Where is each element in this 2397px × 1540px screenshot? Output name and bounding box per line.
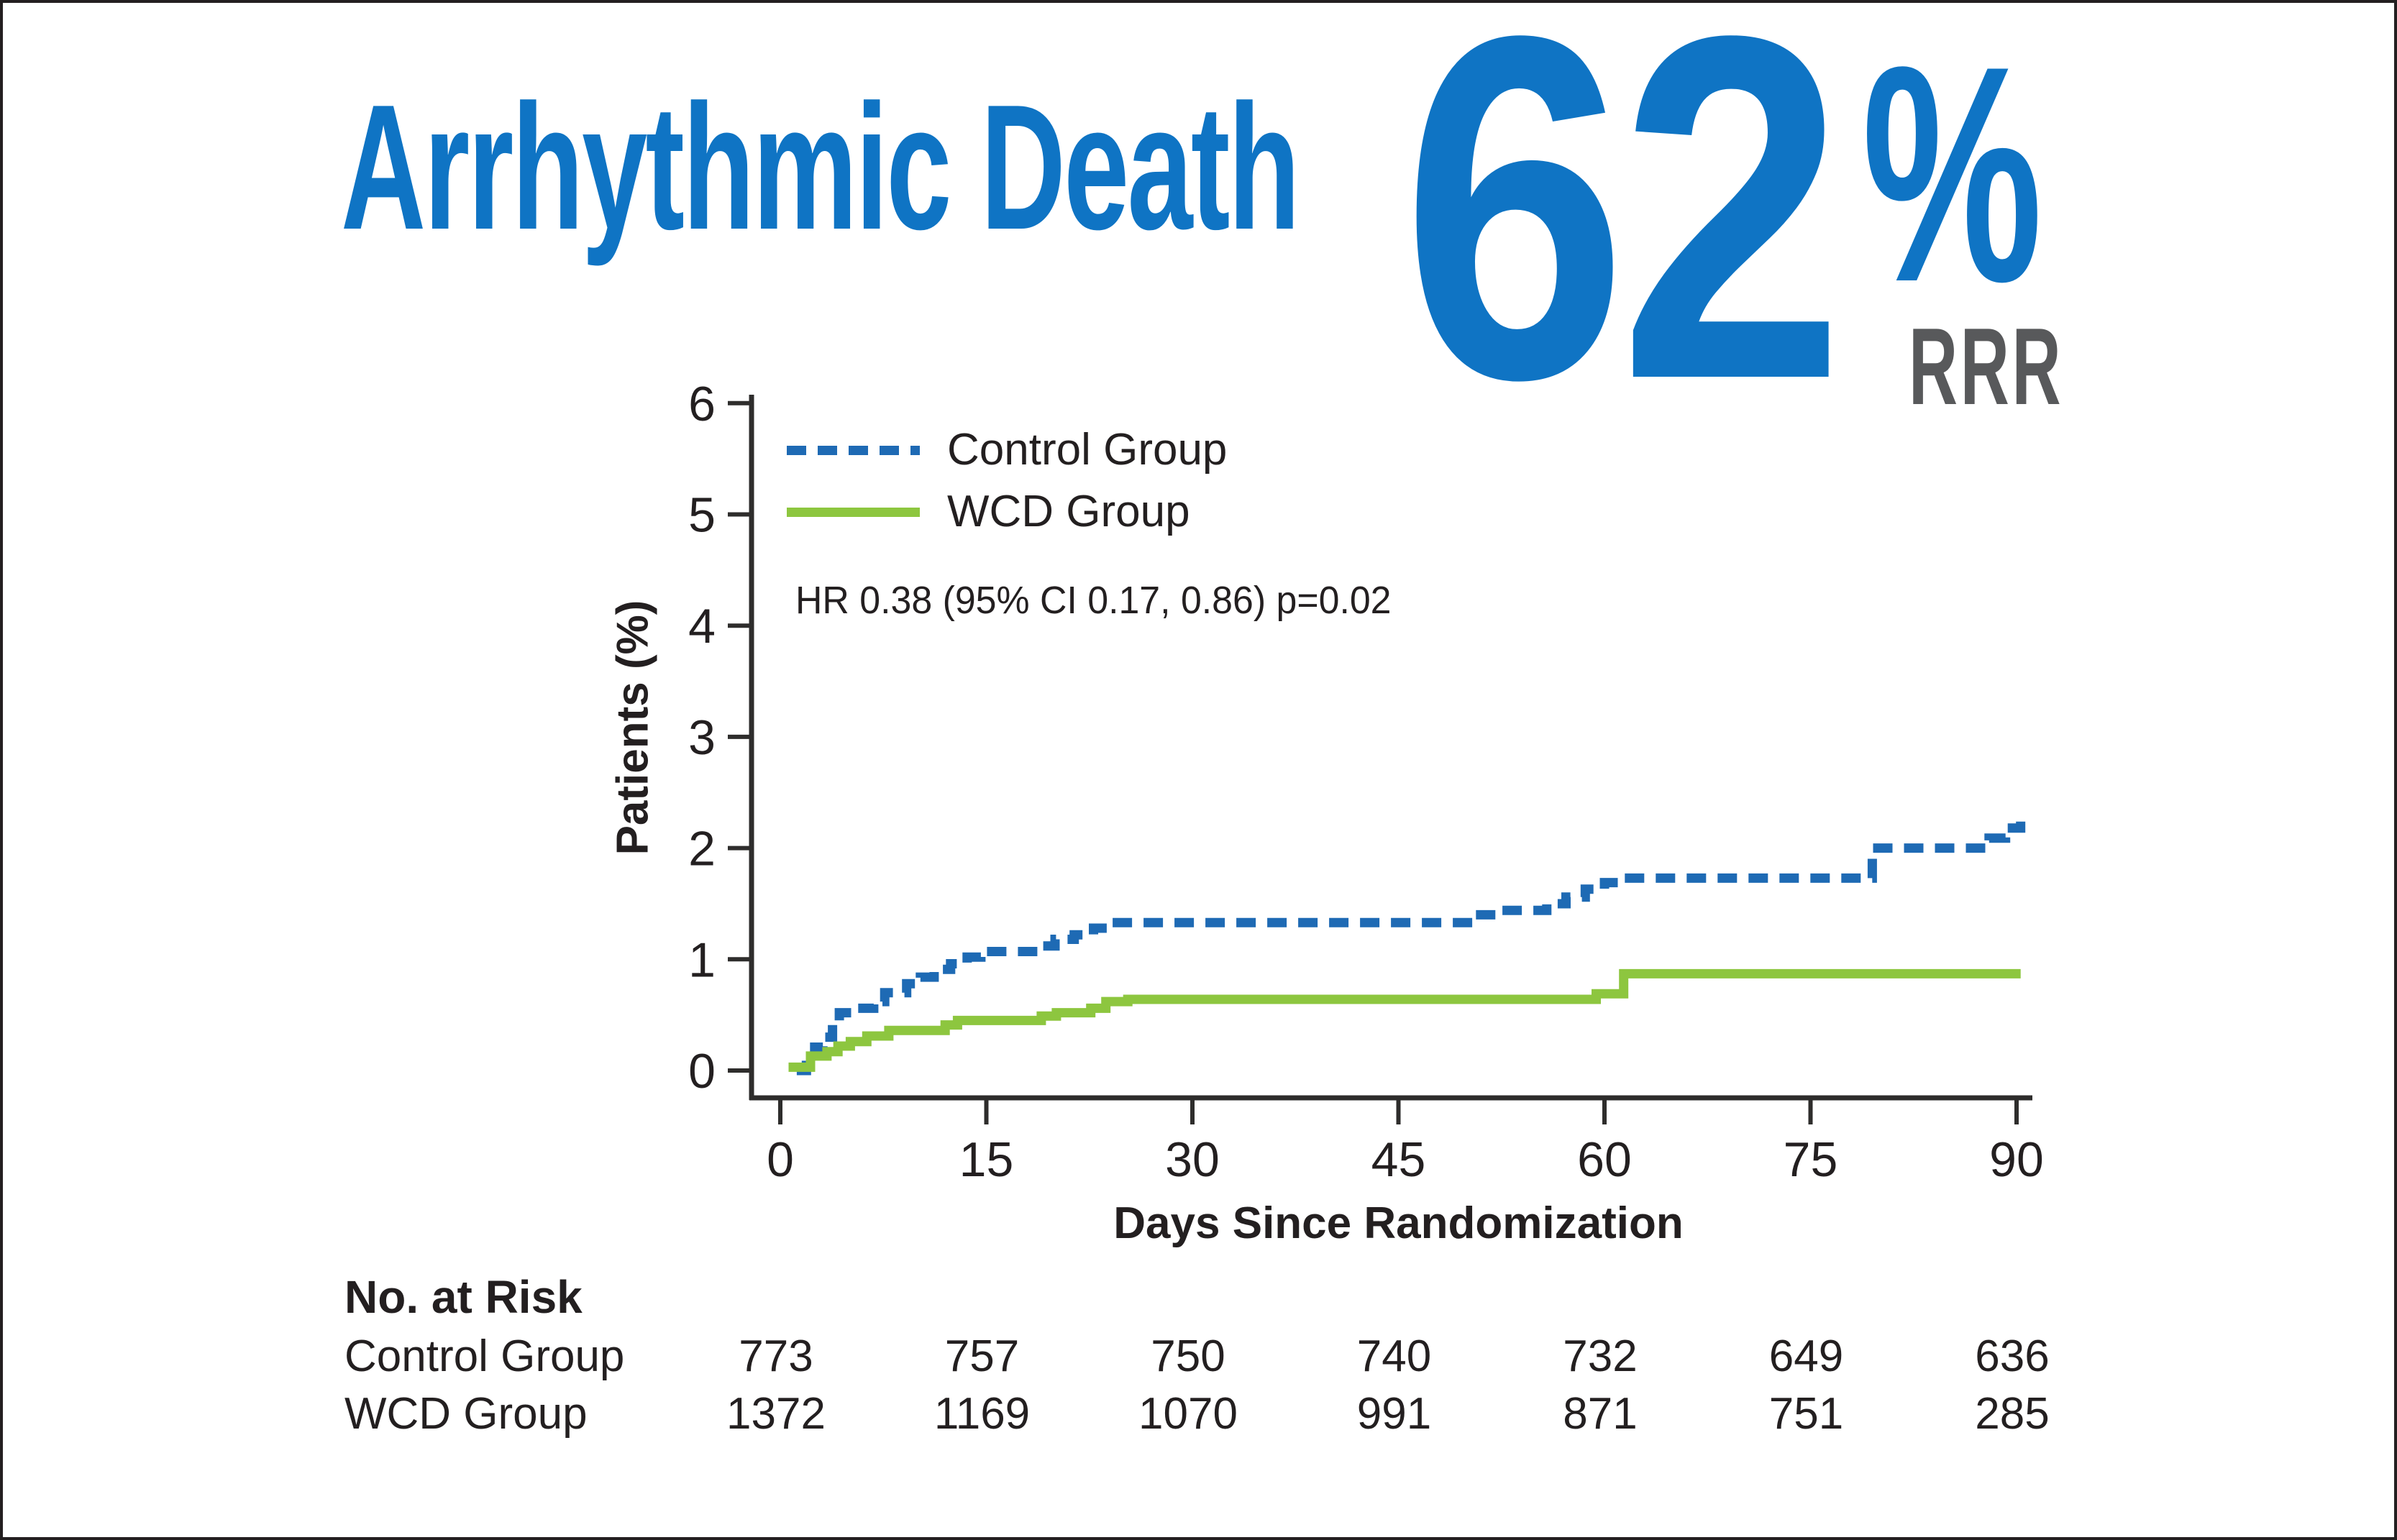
risk-value: 636 bbox=[1912, 1331, 2113, 1383]
y-tick-label: 2 bbox=[688, 822, 716, 876]
risk-table-title: No. at Risk bbox=[344, 1270, 583, 1324]
x-tick-label: 75 bbox=[1784, 1132, 1838, 1187]
risk-value: 751 bbox=[1706, 1388, 1907, 1440]
legend-item-control: Control Group bbox=[787, 426, 1227, 475]
x-tick-label: 0 bbox=[767, 1132, 794, 1187]
risk-value: 1169 bbox=[882, 1388, 1083, 1440]
x-tick-label: 45 bbox=[1371, 1132, 1426, 1187]
x-tick-label: 90 bbox=[1989, 1132, 2044, 1187]
y-tick-label: 3 bbox=[688, 710, 716, 765]
risk-value: 871 bbox=[1499, 1388, 1701, 1440]
x-tick-label: 15 bbox=[959, 1132, 1014, 1187]
wcd-solid-line-sample bbox=[787, 508, 920, 517]
y-tick-label: 5 bbox=[688, 488, 716, 543]
y-axis-title: Patients (%) bbox=[608, 600, 659, 856]
x-tick-label: 60 bbox=[1577, 1132, 1632, 1187]
risk-value: 740 bbox=[1294, 1331, 1495, 1383]
legend-item-wcd: WCD Group bbox=[787, 487, 1190, 536]
risk-value: 1372 bbox=[675, 1388, 877, 1440]
x-tick-label: 30 bbox=[1165, 1132, 1220, 1187]
risk-row-wcd: WCD Group 137211691070991871751285 bbox=[3, 1388, 2397, 1440]
risk-value: 757 bbox=[882, 1331, 1083, 1383]
hazard-ratio-annotation: HR 0.38 (95% CI 0.17, 0.86) p=0.02 bbox=[795, 578, 1392, 623]
risk-value: 773 bbox=[675, 1331, 877, 1383]
control-dashed-line-sample bbox=[787, 446, 920, 455]
infographic-page: Arrhythmic Death 62 % RRR 01234560153045… bbox=[0, 0, 2397, 1540]
y-tick-label: 4 bbox=[688, 599, 716, 654]
risk-value: 991 bbox=[1294, 1388, 1495, 1440]
wcd-group-curve bbox=[789, 973, 2021, 1067]
y-tick-label: 6 bbox=[688, 377, 716, 431]
legend-label-control: Control Group bbox=[947, 426, 1227, 475]
risk-row-label: WCD Group bbox=[344, 1388, 588, 1440]
x-axis-title: Days Since Randomization bbox=[780, 1198, 2017, 1249]
risk-row-control: Control Group 773757750740732649636 bbox=[3, 1331, 2397, 1383]
legend-label-wcd: WCD Group bbox=[947, 487, 1190, 536]
risk-value: 750 bbox=[1087, 1331, 1289, 1383]
risk-value: 732 bbox=[1499, 1331, 1701, 1383]
risk-row-label: Control Group bbox=[344, 1331, 624, 1383]
risk-value: 1070 bbox=[1087, 1388, 1289, 1440]
risk-value: 285 bbox=[1912, 1388, 2113, 1440]
y-tick-label: 1 bbox=[688, 932, 716, 987]
y-tick-label: 0 bbox=[688, 1044, 716, 1099]
control-group-curve bbox=[797, 815, 2021, 1071]
risk-value: 649 bbox=[1706, 1331, 1907, 1383]
